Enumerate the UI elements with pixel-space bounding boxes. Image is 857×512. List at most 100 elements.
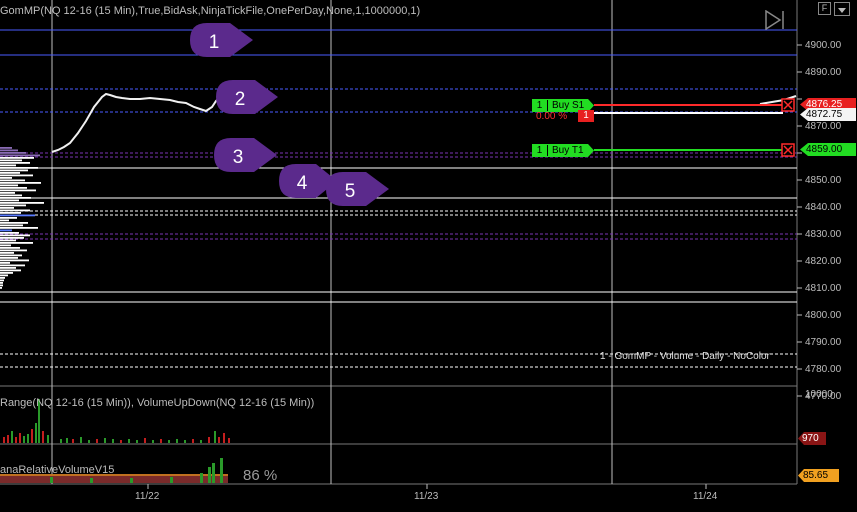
marker-2[interactable]: 2 [216, 80, 278, 114]
volume-bar [200, 440, 202, 443]
close-order-icon[interactable] [781, 98, 795, 112]
volume-bar [96, 439, 98, 443]
volume-bar [176, 439, 178, 443]
volume-bar [136, 440, 138, 443]
volume-bar [60, 439, 62, 443]
profile-bar [0, 264, 25, 267]
profile-bar [0, 177, 12, 179]
profile-bar [0, 154, 40, 157]
settings-button[interactable]: F [818, 2, 831, 15]
volume-bar [218, 437, 220, 443]
profile-bar [0, 282, 3, 284]
chart-canvas[interactable]: 1 2 3 4 5 [0, 0, 857, 512]
profile-bar [0, 159, 22, 162]
last-price-badge: 4872.75 [800, 108, 856, 121]
price-tick: 4790.00 [805, 337, 842, 348]
profile-bar [0, 259, 29, 262]
volume-bar [152, 440, 154, 443]
profile-bar [0, 149, 18, 152]
target-price-badge: 4859.00 [800, 143, 856, 156]
marker-3[interactable]: 3 [214, 138, 277, 172]
profile-bar [0, 152, 26, 154]
profile-bar [0, 224, 23, 227]
price-tick: 4780.00 [805, 364, 842, 375]
profile-bar [0, 262, 10, 264]
volume-bar [144, 438, 146, 443]
profile-bar [0, 244, 11, 247]
profile-bar [0, 174, 33, 177]
profile-bar [0, 229, 12, 232]
marker-5[interactable]: 5 [326, 172, 389, 206]
profile-bar [0, 247, 20, 249]
volume-bar [168, 440, 170, 443]
volume-bar [80, 437, 82, 443]
chart-title: GomMP(NQ 12-16 (15 Min),True,BidAsk,Ninj… [0, 5, 421, 17]
profile-bar [0, 287, 2, 289]
order-label: Buy T1 [552, 145, 584, 156]
profile-bar [0, 254, 22, 257]
svg-text:4: 4 [297, 173, 308, 194]
profile-bar [0, 257, 18, 259]
profile-bar [0, 272, 13, 274]
volume-bar [120, 440, 122, 443]
svg-text:2: 2 [235, 89, 246, 110]
play-end-icon[interactable] [764, 9, 786, 31]
profile-bar [0, 222, 28, 224]
position-qty-badge[interactable]: 1 [578, 110, 594, 122]
volume-bar [7, 435, 9, 443]
profile-bar [0, 219, 9, 222]
price-tick: 4810.00 [805, 283, 842, 294]
profile-bar [0, 187, 27, 189]
volume-bar [47, 435, 49, 443]
volume-bar [31, 429, 33, 443]
profile-bar [0, 234, 30, 237]
profile-bar [0, 274, 8, 277]
close-order-icon[interactable] [781, 143, 795, 157]
rv-panel-title: anaRelativeVolumeV15 [0, 464, 115, 476]
order-tag-target[interactable]: 1 Buy T1 [532, 144, 594, 157]
rv-bar [130, 478, 133, 483]
price-tick: 4850.00 [805, 175, 842, 186]
profile-bar [0, 167, 38, 169]
volume-tick: 10000 [805, 389, 833, 400]
volume-bar [104, 438, 106, 443]
rv-base [0, 476, 228, 483]
profile-bar [0, 199, 19, 202]
date-label: 11/24 [693, 491, 718, 502]
profile-bar [0, 277, 5, 279]
price-tick: 4890.00 [805, 67, 842, 78]
date-label: 11/22 [135, 491, 160, 502]
profile-bar [0, 207, 14, 209]
profile-bar [0, 162, 30, 164]
profile-bar [0, 214, 35, 217]
price-tick: 4830.00 [805, 229, 842, 240]
volume-bar [184, 440, 186, 443]
profile-bar [0, 239, 16, 242]
rv-percent: 86 % [243, 467, 278, 484]
dropdown-arrow-icon[interactable] [834, 2, 850, 16]
profile-bar [0, 192, 15, 194]
price-tick: 4840.00 [805, 202, 842, 213]
profile-bar [0, 249, 27, 252]
profile-bar [0, 184, 18, 187]
date-label: 11/23 [414, 491, 439, 502]
profile-bar [0, 267, 16, 269]
profile-bar [0, 212, 21, 214]
svg-text:5: 5 [345, 181, 356, 202]
profile-bar [0, 172, 20, 174]
volume-bar [128, 439, 130, 443]
volume-bar [66, 438, 68, 443]
price-tick-marks [797, 44, 802, 397]
profile-bar [0, 242, 33, 244]
profile-bar [0, 232, 19, 234]
profile-bar [0, 194, 22, 197]
volume-profile [0, 147, 44, 289]
rv-bar [200, 473, 203, 483]
svg-text:1: 1 [209, 32, 220, 53]
price-tick: 4870.00 [805, 121, 842, 132]
profile-bar [0, 202, 44, 204]
profile-bar [0, 164, 16, 167]
marker-1[interactable]: 1 [190, 23, 253, 57]
profile-bar [0, 252, 14, 254]
volume-bar [208, 437, 210, 443]
